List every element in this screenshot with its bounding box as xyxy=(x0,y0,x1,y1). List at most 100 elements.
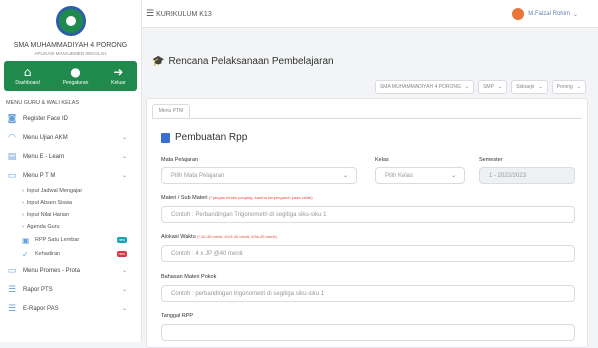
chevron-down-icon: ⌄ xyxy=(121,267,127,274)
sub-label: Input Nilai Harian xyxy=(26,212,70,218)
chevron-down-icon: ⌄ xyxy=(464,84,470,90)
alokasi-label-text: Alokasi Waktu xyxy=(161,234,196,240)
users-icon: ● xyxy=(70,65,81,79)
chevron-down-icon: ⌄ xyxy=(497,84,503,90)
topbar: ☰ KURIKULUM K13 M.Faizal Rohim ⌄ xyxy=(142,0,598,28)
rpp-panel: Menu PTM Pembuatan Rpp Mata Pelajaran Pi… xyxy=(146,98,588,348)
sub-label: RPP Satu Lembar xyxy=(35,237,80,243)
level-select[interactable]: SMP ⌄ xyxy=(478,80,508,94)
select-value: SMA MUHAMMADIYAH 4 PORONG xyxy=(379,84,461,90)
card-title-text: Pembuatan Rpp xyxy=(175,132,248,143)
logo-area xyxy=(0,0,141,42)
user-menu[interactable]: M.Faizal Rohim ⌄ xyxy=(512,8,578,20)
quick-nav: ⌂ Dashboard ● Pengaturan ➜ Keluar xyxy=(4,61,137,91)
card-title: Pembuatan Rpp xyxy=(161,132,247,143)
materi-label: Materi / Sub Materi (* jangan terlalu pa… xyxy=(161,195,313,201)
quick-label: Dashboard xyxy=(15,80,40,86)
sidebar-item-label: Menu P T M xyxy=(23,172,56,179)
materi-note: (* jangan terlalu panjang, karena berpen… xyxy=(209,195,313,200)
chevron-down-icon: ⌄ xyxy=(572,10,578,18)
quick-settings[interactable]: ● Pengaturan xyxy=(63,66,89,86)
semester-value: 1 - 2022/2023 xyxy=(489,172,527,179)
select-value: Pilih Kelas xyxy=(385,172,414,179)
semester-label: Semester xyxy=(479,157,503,163)
materi-input[interactable]: Contoh : Perbandingan Trigonometri di se… xyxy=(161,206,575,223)
school-logo[interactable] xyxy=(55,6,86,36)
document-icon: ▣ xyxy=(22,235,30,245)
folder-icon: ▭ xyxy=(7,265,17,276)
sidebar-item-elearn[interactable]: ▤ Menu E - Learn ⌄ xyxy=(0,147,141,166)
sidebar-item-label: Menu Ujian AKM xyxy=(23,134,68,141)
sidebar-item-label: E-Rapor PAS xyxy=(23,305,59,312)
sidebar-item-label: Menu Promes - Prota xyxy=(23,267,81,274)
alokasi-note: (* 60-35 menit, 6/19-40 menit, 6/3s-45 m… xyxy=(197,234,277,239)
chevron-down-icon: ⌄ xyxy=(121,153,127,160)
sidebar-sub-nilai[interactable]: › Input Nilai Harian xyxy=(0,209,141,221)
sidebar-item-ptm[interactable]: ▭ Menu P T M ⌄ xyxy=(0,166,141,185)
chevron-down-icon: ⌄ xyxy=(121,305,127,312)
document-icon xyxy=(161,132,170,143)
kelas-select[interactable]: Pilih Kelas ⌄ xyxy=(375,167,465,184)
chevron-down-icon: ⌄ xyxy=(342,172,348,179)
home-icon: ⌂ xyxy=(23,65,32,79)
school-select[interactable]: SMA MUHAMMADIYAH 4 PORONG ⌄ xyxy=(374,80,475,94)
tanggal-label: Tanggal RPP xyxy=(161,313,194,319)
sidebar-sub-absen[interactable]: › Input Absen Siswa xyxy=(0,197,141,209)
tab-menu-ptm[interactable]: Menu PTM xyxy=(152,104,190,118)
school-subtitle: APLIKASI MANAJEMEN SEKOLAH xyxy=(34,51,107,56)
sidebar-item-label: Register Face ID xyxy=(23,115,69,122)
chevron-down-icon: ⌄ xyxy=(576,84,581,90)
hamburger-icon: ☰ xyxy=(146,9,155,19)
chevron-down-icon: ⌄ xyxy=(121,172,127,179)
book-icon: ▤ xyxy=(7,151,17,162)
quick-label: Pengaturan xyxy=(62,80,89,86)
page-title: 🎓 Rencana Pelaksanaan Pembelajaran xyxy=(152,56,334,67)
materi-label-text: Materi / Sub Materi xyxy=(161,195,208,201)
tanggal-input[interactable] xyxy=(161,324,575,341)
sidebar-item-label: Menu E - Learn xyxy=(23,153,65,160)
quick-logout[interactable]: ➜ Keluar xyxy=(111,66,125,86)
quick-dashboard[interactable]: ⌂ Dashboard xyxy=(15,66,39,86)
kelas-label: Kelas xyxy=(375,157,389,163)
semester-field: 1 - 2022/2023 xyxy=(479,167,575,184)
city-select[interactable]: Sidoarjo ⌄ xyxy=(511,80,548,94)
sidebar-sub-agenda[interactable]: › Agenda Guru xyxy=(0,221,141,233)
sidebar-item-erapor-pas[interactable]: ☰ E-Rapor PAS ⌄ xyxy=(0,299,141,318)
list-icon: ☰ xyxy=(7,284,17,295)
pokok-input[interactable]: Contoh : perbandingan trigonometri di se… xyxy=(161,285,575,302)
menu-toggle[interactable]: ☰ KURIKULUM K13 xyxy=(146,9,212,19)
mapel-select[interactable]: Pilih Mata Pelajaran ⌄ xyxy=(161,167,357,184)
graduation-cap-icon: 🎓 xyxy=(152,56,165,67)
sub-label: Kehadiran xyxy=(35,251,61,257)
mapel-label: Mata Pelajaran xyxy=(161,157,198,163)
chevron-down-icon: ⌄ xyxy=(121,134,127,141)
select-value: Pilih Mata Pelajaran xyxy=(171,172,225,179)
sidebar-sub-rpp[interactable]: ▣ RPP Satu Lembar new xyxy=(0,233,141,247)
sidebar-sub-jadwal[interactable]: › Input Jadwal Mengajar xyxy=(0,185,141,197)
sidebar: SMA MUHAMMADIYAH 4 PORONG APLIKASI MANAJ… xyxy=(0,0,142,342)
user-name: M.Faizal Rohim xyxy=(528,11,570,17)
new-badge: new xyxy=(116,237,127,243)
alokasi-input[interactable]: Contoh : 4 x JP @40 menit xyxy=(161,245,575,262)
sidebar-item-promes[interactable]: ▭ Menu Promes - Prota ⌄ xyxy=(0,261,141,280)
filter-bar: SMA MUHAMMADIYAH 4 PORONG ⌄ SMP ⌄ Sidoarjo… xyxy=(374,80,586,94)
district-select[interactable]: Porong ⌄ xyxy=(551,80,586,94)
quick-label: Keluar xyxy=(111,80,126,86)
select-value: Sidoarjo xyxy=(516,84,535,90)
sidebar-sub-kehadiran[interactable]: ✓ Kehadiran new xyxy=(0,247,141,261)
chevron-down-icon: ⌄ xyxy=(538,84,543,90)
select-value: Porong xyxy=(556,84,573,90)
menu-heading: MENU GURU & WALI KELAS xyxy=(6,100,80,106)
chevron-down-icon: ⌄ xyxy=(121,286,127,293)
input-placeholder: Contoh : Perbandingan Trigonometri di se… xyxy=(171,211,327,218)
chevron-down-icon: ⌄ xyxy=(450,172,456,179)
sub-label: Input Absen Siswa xyxy=(26,200,73,206)
sidebar-item-rapor-pts[interactable]: ☰ Rapor PTS ⌄ xyxy=(0,280,141,299)
face-id-icon: ◙ xyxy=(7,113,17,124)
pokok-label: Bahasan Materi Pokok xyxy=(161,274,217,280)
wifi-icon: ◠ xyxy=(8,132,16,143)
sidebar-item-ujian-akm[interactable]: ◠ Menu Ujian AKM ⌄ xyxy=(0,128,141,147)
sub-label: Agenda Guru xyxy=(26,224,60,230)
avatar xyxy=(512,8,525,20)
sidebar-item-register-face[interactable]: ◙ Register Face ID xyxy=(0,109,141,128)
